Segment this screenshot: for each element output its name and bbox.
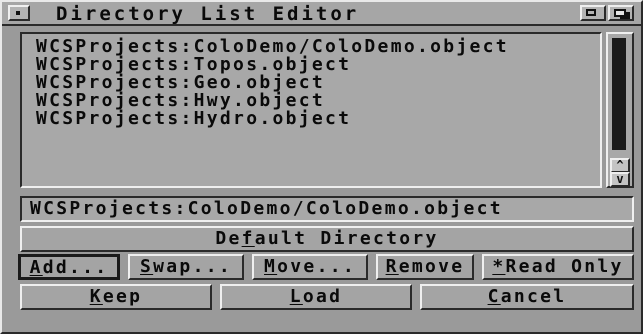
- read-only-hotkey: *: [492, 256, 506, 277]
- directory-list-editor-window: Directory List Editor WCSProjects:ColoDe…: [0, 0, 643, 334]
- remove-label: emove: [398, 256, 465, 277]
- cancel-button[interactable]: Cancel: [420, 284, 634, 310]
- scroll-down-icon[interactable]: v: [610, 172, 630, 187]
- load-label: oad: [302, 286, 343, 307]
- scrollbar-thumb[interactable]: [612, 38, 626, 150]
- move-label: ove...: [277, 256, 356, 277]
- list-item[interactable]: WCSProjects:Hydro.object: [36, 110, 351, 128]
- read-only-label: Read Only: [505, 256, 624, 277]
- cancel-label: ancel: [500, 286, 567, 307]
- load-hotkey: L: [289, 286, 303, 307]
- read-only-button[interactable]: *Read Only: [482, 254, 634, 280]
- directory-list[interactable]: WCSProjects:ColoDemo/ColoDemo.object WCS…: [20, 32, 602, 188]
- remove-hotkey: R: [385, 256, 399, 277]
- depth-icon[interactable]: [608, 5, 634, 21]
- list-scrollbar[interactable]: ^ v: [606, 32, 634, 188]
- remove-button[interactable]: Remove: [376, 254, 474, 280]
- keep-hotkey: K: [89, 286, 103, 307]
- load-button[interactable]: Load: [220, 284, 412, 310]
- default-directory-label-pre: De: [215, 228, 242, 249]
- path-field[interactable]: WCSProjects:ColoDemo/ColoDemo.object: [20, 196, 634, 222]
- close-icon[interactable]: [8, 5, 30, 21]
- add-label: dd...: [42, 257, 109, 278]
- cancel-hotkey: C: [487, 286, 501, 307]
- move-hotkey: M: [264, 256, 278, 277]
- window-title: Directory List Editor: [56, 3, 360, 25]
- scroll-up-icon[interactable]: ^: [610, 158, 630, 173]
- keep-label: eep: [102, 286, 143, 307]
- add-button[interactable]: Add...: [18, 254, 120, 280]
- title-bar[interactable]: Directory List Editor: [2, 2, 641, 26]
- swap-label: wap...: [153, 256, 232, 277]
- keep-button[interactable]: Keep: [20, 284, 212, 310]
- default-directory-button[interactable]: Default Directory: [20, 226, 634, 252]
- default-directory-hotkey: f: [241, 228, 255, 249]
- swap-button[interactable]: Swap...: [128, 254, 244, 280]
- add-hotkey: A: [29, 257, 43, 278]
- default-directory-label-post: ault Directory: [254, 228, 439, 249]
- zoom-icon[interactable]: [580, 5, 606, 21]
- swap-hotkey: S: [140, 256, 154, 277]
- move-button[interactable]: Move...: [252, 254, 368, 280]
